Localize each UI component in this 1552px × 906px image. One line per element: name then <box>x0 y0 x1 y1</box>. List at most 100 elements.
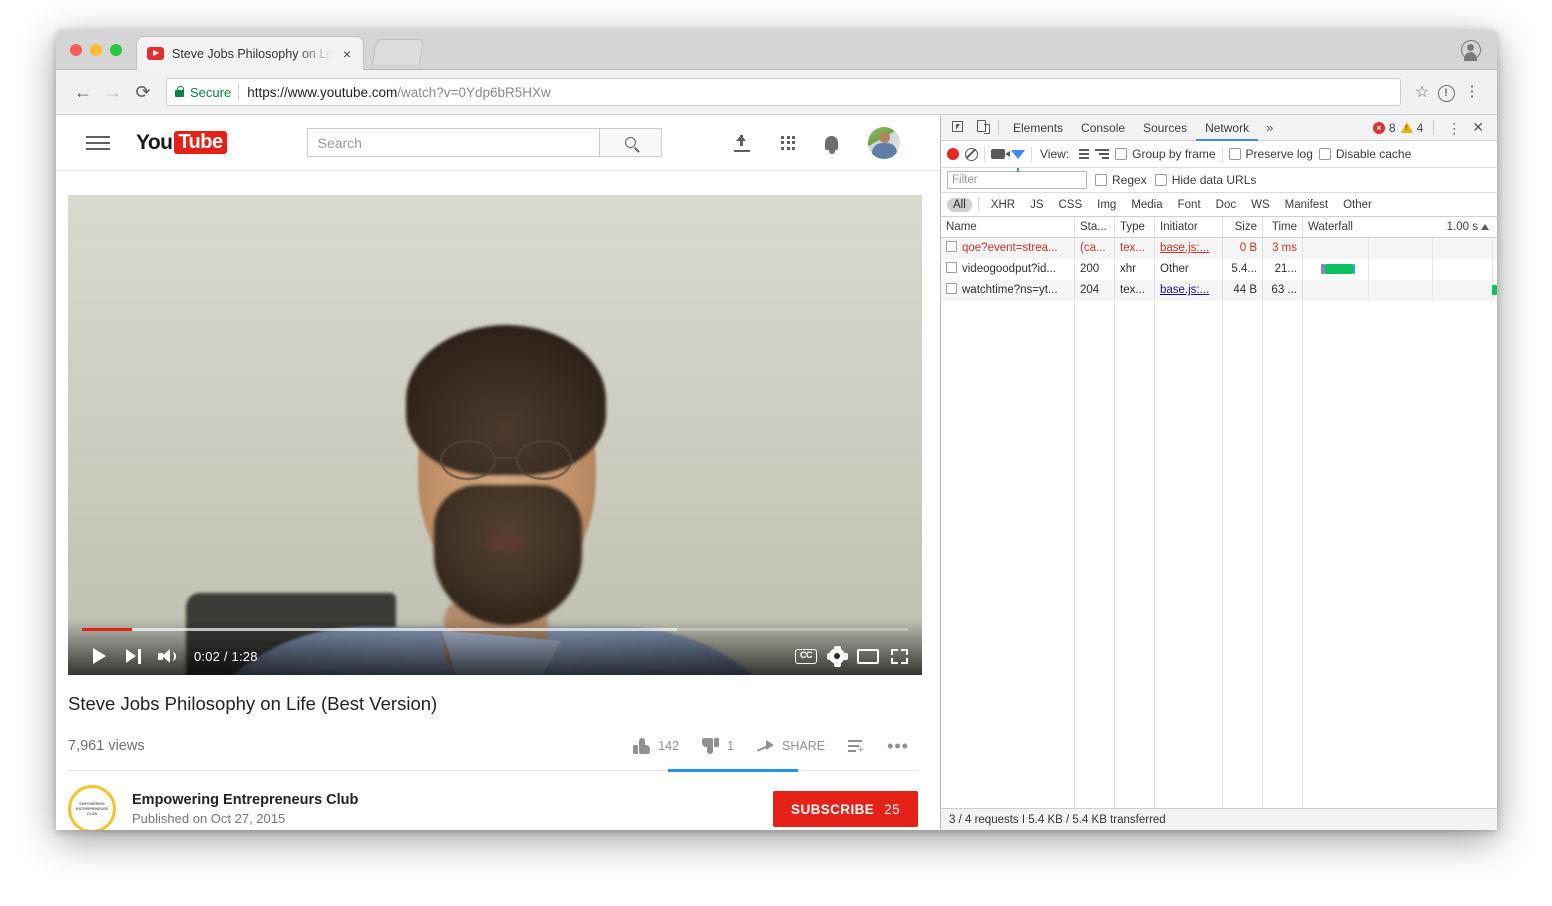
type-filter-xhr[interactable]: XHR <box>985 198 1021 212</box>
youtube-logo[interactable]: You Tube <box>136 131 227 155</box>
type-filter-media[interactable]: Media <box>1125 198 1168 212</box>
cell-name[interactable]: videogoodput?id... <box>941 259 1075 280</box>
filter-icon[interactable] <box>1011 149 1025 172</box>
inspect-element-icon[interactable] <box>945 120 969 135</box>
subscribe-button[interactable]: SUBSCRIBE 25 <box>773 791 918 827</box>
notifications-bell-icon[interactable] <box>825 135 838 154</box>
column-header-size[interactable]: Size <box>1223 217 1263 237</box>
more-tabs-icon[interactable]: » <box>1258 120 1281 135</box>
page-info-icon[interactable]: ! <box>1433 83 1459 102</box>
column-header-time[interactable]: Time <box>1263 217 1303 237</box>
share-button[interactable]: SHARE <box>748 731 834 761</box>
subscribe-label: SUBSCRIBE <box>791 801 875 817</box>
type-filter-doc[interactable]: Doc <box>1210 198 1242 212</box>
error-count-badge[interactable]: × 8 <box>1372 121 1396 135</box>
search-area: Search <box>306 128 662 157</box>
channel-avatar[interactable]: EMPOWERING ENTREPRENEURS CLUB <box>68 785 116 830</box>
tab-sources[interactable]: Sources <box>1134 115 1196 141</box>
type-filter-other[interactable]: Other <box>1337 198 1378 212</box>
like-button[interactable]: 142 <box>624 731 688 761</box>
address-bar[interactable]: Secure https://www.youtube.com/watch?v=0… <box>166 78 1401 106</box>
cell-name[interactable]: qoe?event=strea... <box>941 238 1075 259</box>
column-header-type[interactable]: Type <box>1115 217 1155 237</box>
preserve-log-checkbox[interactable]: Preserve log <box>1228 147 1313 161</box>
initiator-link[interactable]: base.js:... <box>1160 284 1209 296</box>
more-actions-button[interactable]: ••• <box>878 731 918 761</box>
search-button[interactable] <box>598 128 662 157</box>
next-video-button[interactable] <box>116 648 150 664</box>
capture-screenshots-icon[interactable] <box>991 149 1010 159</box>
settings-gear-icon[interactable] <box>826 645 848 667</box>
captions-icon[interactable]: CC <box>795 648 817 664</box>
type-filter-img[interactable]: Img <box>1091 198 1122 212</box>
group-by-frame-checkbox[interactable]: Group by frame <box>1115 147 1216 161</box>
bookmark-star-icon[interactable]: ☆ <box>1411 82 1433 102</box>
forward-button[interactable]: → <box>98 77 128 107</box>
theater-mode-icon[interactable] <box>857 648 879 664</box>
table-row[interactable]: watchtime?ns=yt... 204 tex... base.js:... 44… <box>941 280 1497 301</box>
clear-button[interactable] <box>965 147 978 161</box>
browser-profile-avatar-icon[interactable] <box>1461 40 1481 61</box>
disable-cache-checkbox[interactable]: Disable cache <box>1318 147 1411 161</box>
maximize-window-button[interactable] <box>110 44 122 56</box>
secure-label: Secure <box>190 84 232 100</box>
close-tab-button[interactable]: × <box>339 46 355 62</box>
device-toolbar-icon[interactable] <box>969 120 993 135</box>
column-header-name[interactable]: Name <box>941 217 1075 237</box>
like-count: 142 <box>658 739 680 753</box>
tab-network[interactable]: Network <box>1196 115 1259 141</box>
new-tab-button[interactable] <box>371 39 425 65</box>
apps-grid-icon[interactable] <box>781 135 795 150</box>
column-header-status[interactable]: Sta... <box>1075 217 1115 237</box>
type-filter-js[interactable]: JS <box>1024 198 1049 212</box>
waterfall-gridlines <box>1303 280 1497 301</box>
column-header-initiator[interactable]: Initiator <box>1155 217 1223 237</box>
column-header-waterfall[interactable]: Waterfall 1.00 s <box>1303 217 1497 237</box>
close-window-button[interactable] <box>70 44 82 56</box>
type-filter-css[interactable]: CSS <box>1052 198 1088 212</box>
volume-button[interactable] <box>150 648 184 664</box>
type-filter-manifest[interactable]: Manifest <box>1279 198 1334 212</box>
record-button[interactable] <box>947 148 959 160</box>
type-filter-font[interactable]: Font <box>1172 198 1207 212</box>
back-button[interactable]: ← <box>68 77 98 107</box>
reload-button[interactable]: ⟳ <box>128 77 158 107</box>
video-player[interactable]: 0:02 / 1:28 CC <box>68 195 922 675</box>
filter-input[interactable]: Filter <box>947 171 1087 189</box>
video-subject-mouth <box>486 535 526 551</box>
waterfall-view-icon[interactable] <box>1095 147 1110 161</box>
browser-menu-button[interactable]: ⋮ <box>1459 84 1485 99</box>
devtools-menu-button[interactable]: ⋮ <box>1444 121 1464 135</box>
add-to-playlist-button[interactable]: + <box>839 731 873 761</box>
progress-bar[interactable] <box>82 628 908 631</box>
type-filter-ws[interactable]: WS <box>1245 198 1276 212</box>
minimize-window-button[interactable] <box>90 44 102 56</box>
table-header-row: Name Sta... Type Initiator Size Time Wat… <box>941 217 1497 238</box>
guide-menu-icon[interactable] <box>86 132 110 154</box>
account-avatar[interactable] <box>868 126 900 159</box>
cell-name[interactable]: watchtime?ns=yt... <box>941 280 1075 301</box>
devtools-close-button[interactable]: ✕ <box>1469 119 1487 136</box>
row-checkbox[interactable] <box>946 241 957 252</box>
table-row[interactable]: qoe?event=strea... (ca... tex... base.js:..… <box>941 238 1497 259</box>
search-input[interactable]: Search <box>306 128 599 157</box>
row-checkbox[interactable] <box>946 283 957 294</box>
tab-elements[interactable]: Elements <box>1004 115 1072 141</box>
table-row[interactable]: videogoodput?id... 200 xhr Other 5.4... 21... <box>941 259 1497 280</box>
type-filter-all[interactable]: All <box>947 197 972 212</box>
window-controls[interactable] <box>70 44 122 56</box>
browser-tab-youtube[interactable]: Steve Jobs Philosophy on Life (Best Vers… <box>136 36 364 70</box>
upload-icon[interactable] <box>733 134 751 152</box>
regex-checkbox[interactable]: Regex <box>1095 173 1147 187</box>
warning-count-badge[interactable]: 4 <box>1400 121 1423 135</box>
tab-console[interactable]: Console <box>1072 115 1134 141</box>
fullscreen-icon[interactable] <box>891 648 908 664</box>
hide-data-urls-checkbox[interactable]: Hide data URLs <box>1154 173 1256 187</box>
ellipsis-icon: ••• <box>887 736 909 756</box>
dislike-button[interactable]: 1 <box>693 731 743 761</box>
list-view-icon[interactable] <box>1075 147 1090 161</box>
channel-name[interactable]: Empowering Entrepreneurs Club <box>132 792 358 808</box>
initiator-link[interactable]: base.js:... <box>1160 242 1209 254</box>
row-checkbox[interactable] <box>946 262 957 273</box>
play-button[interactable] <box>82 648 116 664</box>
